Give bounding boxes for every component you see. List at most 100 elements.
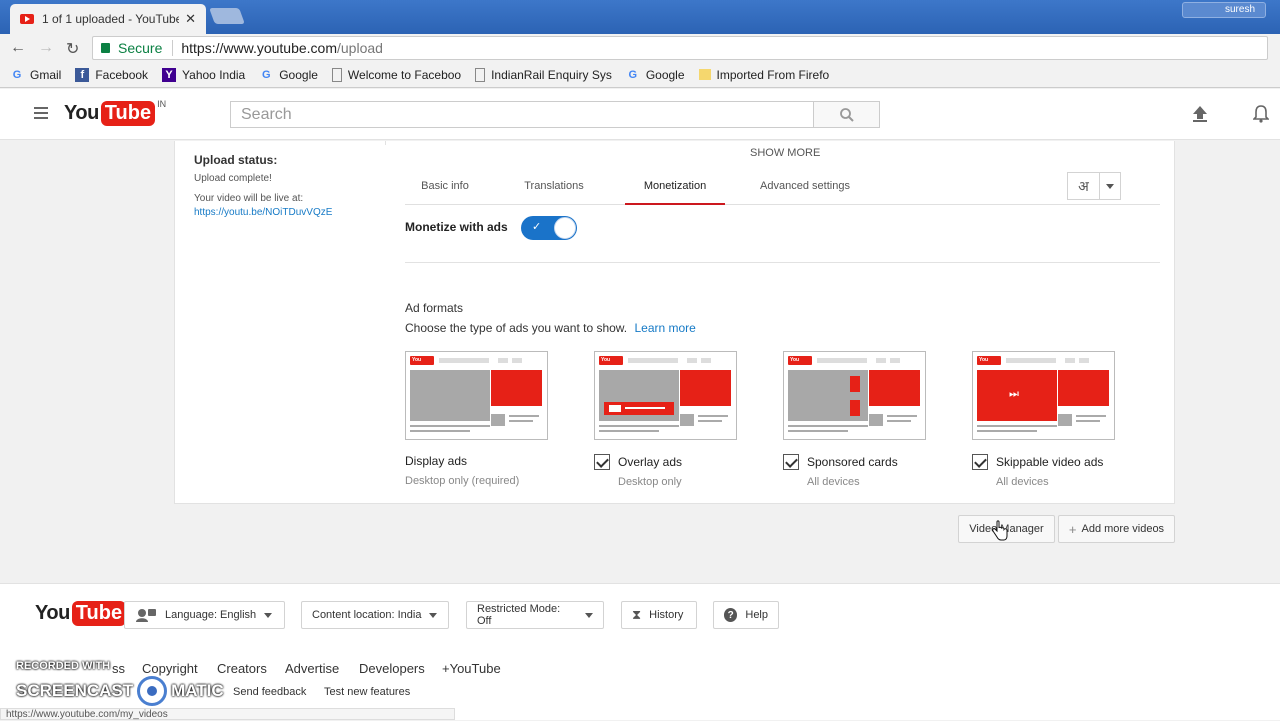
footer-link-developers[interactable]: Developers	[359, 661, 425, 676]
youtube-logo[interactable]: You Tube IN	[64, 99, 166, 126]
chevron-down-icon	[429, 612, 438, 618]
youtube-favicon-icon	[20, 14, 34, 24]
upload-icon[interactable]	[1192, 105, 1208, 123]
ad-formats-desc: Choose the type of ads you want to show.	[405, 321, 628, 335]
back-arrow-icon[interactable]: ←	[10, 39, 26, 57]
footer-link-plus-youtube[interactable]: +YouTube	[442, 661, 501, 676]
watermark-line2-row: SCREENCAST MATIC	[16, 676, 224, 706]
plus-icon: +	[1068, 521, 1077, 537]
bookmark-welcome-facebook[interactable]: Welcome to Faceboo	[331, 67, 461, 82]
overlay-ads-sub: Desktop only	[618, 476, 682, 488]
footer-logo-tube: Tube	[71, 601, 127, 626]
content-location-label: Content location: India	[312, 609, 422, 621]
page-icon	[475, 67, 486, 82]
skippable-video-ads-sub: All devices	[996, 476, 1049, 488]
skip-icon: ⏭	[1009, 388, 1019, 400]
hand-cursor-icon	[992, 520, 1008, 541]
language-selector[interactable]: अ	[1067, 172, 1121, 200]
hourglass-icon: ⧗	[632, 607, 642, 622]
logo-tube: Tube	[100, 101, 156, 126]
address-bar[interactable]: Secure https://www.youtube.com/upload	[92, 36, 1268, 60]
tab-basic-info[interactable]: Basic info	[405, 169, 485, 205]
send-feedback-link[interactable]: Send feedback	[233, 686, 306, 698]
search-button[interactable]	[813, 101, 880, 128]
search-input[interactable]: Search	[230, 101, 814, 128]
skippable-video-ads-label: Skippable video ads	[996, 455, 1104, 469]
profile-button[interactable]: suresh	[1182, 2, 1266, 18]
help-label: Help	[745, 609, 768, 621]
bookmark-indianrail[interactable]: IndianRail Enquiry Sys	[475, 67, 612, 82]
ad-formats-title: Ad formats	[405, 301, 464, 315]
browser-tab[interactable]: 1 of 1 uploaded - YouTube ✕	[10, 4, 206, 34]
overlay-ads-label: Overlay ads	[618, 455, 683, 469]
chevron-down-icon	[1100, 173, 1120, 199]
watermark-line3: MATIC	[171, 681, 224, 700]
help-button[interactable]: ? Help	[713, 601, 779, 629]
learn-more-link[interactable]: Learn more	[634, 321, 695, 335]
toggle-knob	[554, 217, 576, 239]
bookmark-label: IndianRail Enquiry Sys	[491, 67, 612, 82]
upload-tabs: Basic info Translations Monetization Adv…	[405, 169, 1160, 205]
content-location-button[interactable]: Content location: India	[301, 601, 449, 629]
url-path: /upload	[337, 40, 383, 56]
upload-card: Upload status: Upload complete! Your vid…	[174, 141, 1175, 504]
record-circle-icon	[137, 676, 168, 706]
google-g-icon: G	[261, 68, 271, 81]
bookmarks-bar: G Gmail f Facebook Y Yahoo India G Google We…	[0, 62, 1280, 88]
reload-icon[interactable]: ↻	[66, 39, 79, 59]
tab-advanced-settings[interactable]: Advanced settings	[750, 169, 860, 205]
secure-label: Secure	[118, 40, 163, 56]
bookmark-yahoo[interactable]: Y Yahoo India	[162, 67, 245, 82]
upload-status-title: Upload status:	[194, 153, 278, 167]
history-button[interactable]: ⧗ History	[621, 601, 697, 629]
bookmark-label: Google	[645, 67, 685, 82]
address-bar-row: ← → ↻ Secure https://www.youtube.com/upl…	[0, 34, 1280, 62]
monetize-label: Monetize with ads	[405, 220, 508, 234]
add-more-videos-button[interactable]: + Add more videos	[1058, 515, 1175, 543]
column-divider	[385, 141, 386, 145]
bookmark-folder-imported[interactable]: Imported From Firefo	[698, 67, 830, 82]
tab-translations[interactable]: Translations	[509, 169, 599, 205]
display-ads-label: Display ads	[405, 454, 468, 468]
checkmark-icon: ✓	[532, 221, 542, 233]
lock-icon	[101, 43, 110, 53]
screencast-watermark: RECORDED WITH SCREENCAST MATIC	[16, 660, 224, 706]
bookmark-google[interactable]: G Google	[259, 68, 318, 82]
browser-tab-bar: 1 of 1 uploaded - YouTube ✕ suresh	[0, 0, 1280, 34]
chevron-down-icon	[585, 612, 593, 618]
folder-icon	[698, 69, 711, 80]
video-url-link[interactable]: https://youtu.be/NOiTDuvVQzE	[194, 207, 332, 218]
footer-link-creators[interactable]: Creators	[217, 661, 267, 676]
logo-you: You	[64, 102, 99, 124]
notification-bell-icon[interactable]	[1253, 104, 1269, 124]
show-more-button[interactable]: SHOW MORE	[750, 147, 820, 159]
new-tab-button[interactable]	[209, 8, 245, 24]
live-at-text: Your video will be live at:	[194, 193, 304, 204]
test-new-features-link[interactable]: Test new features	[324, 686, 410, 698]
bookmark-facebook[interactable]: f Facebook	[75, 67, 148, 82]
history-label: History	[649, 609, 684, 621]
skippable-video-ads-checkbox[interactable]	[972, 454, 988, 470]
bookmark-google-2[interactable]: G Google	[626, 68, 685, 82]
bookmark-gmail[interactable]: G Gmail	[10, 68, 62, 82]
tab-monetization[interactable]: Monetization	[625, 169, 725, 205]
status-bar-url: https://www.youtube.com/my_videos	[0, 708, 455, 720]
ad-formats-desc-row: Choose the type of ads you want to show.…	[405, 321, 696, 335]
tab-close-icon[interactable]: ✕	[185, 11, 196, 27]
sponsored-cards-checkbox[interactable]	[783, 454, 799, 470]
footer-link-advertise[interactable]: Advertise	[285, 661, 339, 676]
language-button[interactable]: Language: English	[124, 601, 285, 629]
overlay-ads-checkbox[interactable]	[594, 454, 610, 470]
language-icon	[136, 609, 156, 622]
watermark-line2: SCREENCAST	[16, 681, 134, 700]
sponsored-cards-label: Sponsored cards	[807, 455, 898, 469]
hamburger-menu-icon[interactable]	[34, 107, 48, 119]
footer-youtube-logo[interactable]: You Tube	[35, 601, 127, 626]
forward-arrow-icon[interactable]: →	[38, 39, 54, 57]
monetize-toggle[interactable]: ✓	[521, 216, 577, 240]
sponsored-cards-preview: You	[783, 351, 926, 440]
restricted-mode-button[interactable]: Restricted Mode: Off	[466, 601, 604, 629]
language-label: Language: English	[165, 609, 257, 621]
bookmark-label: Imported From Firefo	[716, 67, 830, 82]
overlay-ads-preview: You	[594, 351, 737, 440]
